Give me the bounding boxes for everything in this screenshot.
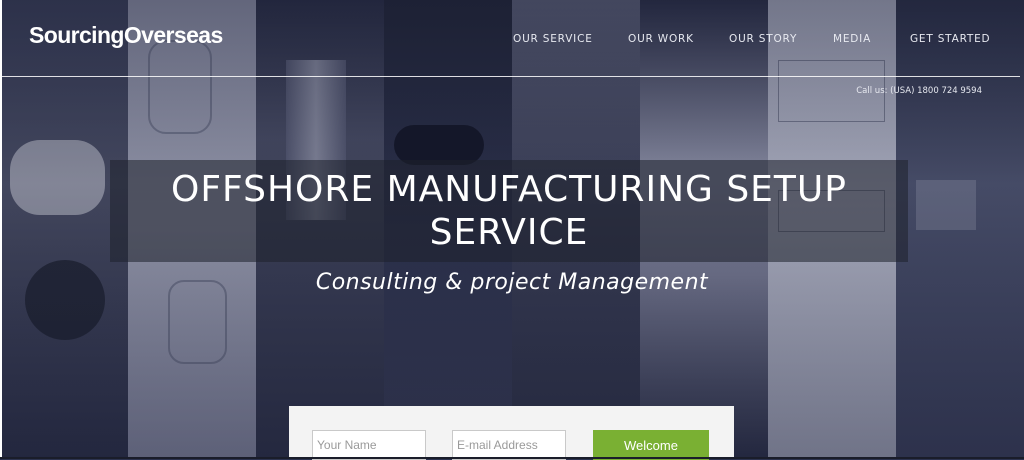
phone-contact[interactable]: Call us: (USA) 1800 724 9594 bbox=[856, 86, 982, 96]
nav-media[interactable]: MEDIA bbox=[833, 33, 871, 45]
left-edge bbox=[0, 0, 2, 459]
page-title: OFFSHORE MANUFACTURING SETUP SERVICE bbox=[110, 168, 908, 254]
welcome-button[interactable]: Welcome bbox=[593, 430, 709, 460]
nav-our-service[interactable]: OUR SERVICE bbox=[513, 33, 593, 45]
signup-form: Welcome bbox=[289, 406, 734, 460]
nav-our-story[interactable]: OUR STORY bbox=[729, 33, 797, 45]
page-subtitle: Consulting & project Management bbox=[315, 270, 709, 295]
nav-get-started[interactable]: GET STARTED bbox=[910, 33, 990, 45]
header-divider bbox=[0, 76, 1020, 77]
main-nav: OUR SERVICE OUR WORK OUR STORY MEDIA GET… bbox=[0, 33, 1024, 47]
nav-our-work[interactable]: OUR WORK bbox=[628, 33, 694, 45]
page-title-line2: SERVICE bbox=[429, 212, 589, 253]
name-input[interactable] bbox=[312, 430, 426, 460]
email-input[interactable] bbox=[452, 430, 566, 460]
page-title-line1: OFFSHORE MANUFACTURING SETUP bbox=[171, 169, 847, 210]
